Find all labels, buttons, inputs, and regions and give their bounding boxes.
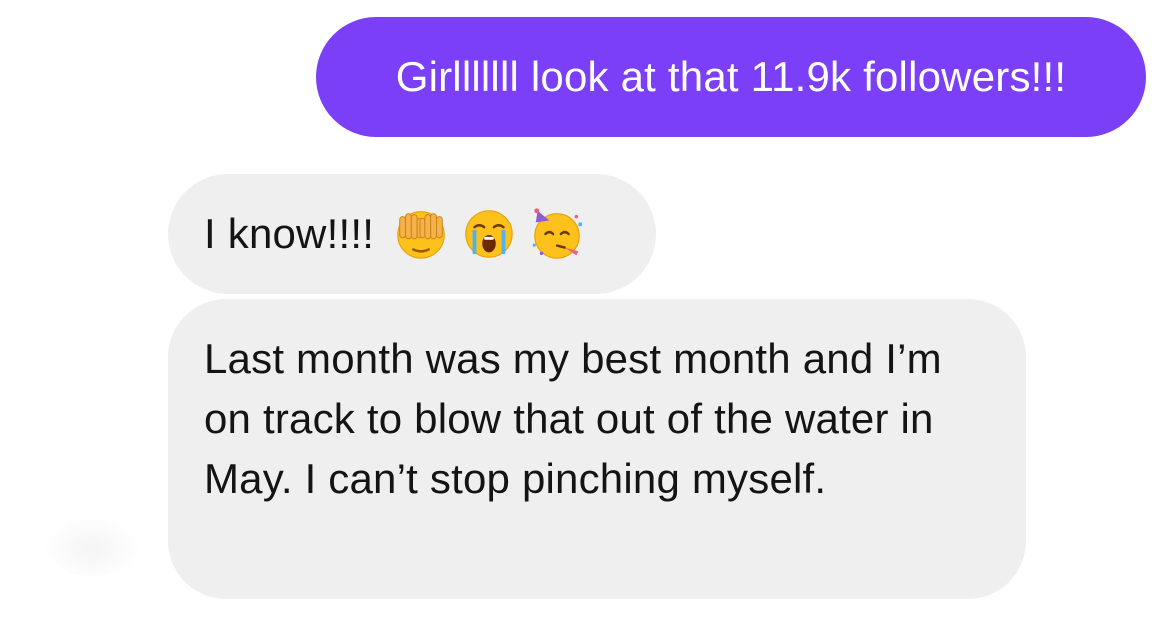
chat-thread: Girlllllll look at that 11.9k followers!… bbox=[0, 0, 1170, 626]
emoji-group bbox=[392, 205, 586, 263]
received-message-bubble[interactable]: Last month was my best month and I’m on … bbox=[168, 299, 1026, 599]
received-message-bubble[interactable]: I know!!!! bbox=[168, 174, 656, 294]
partying-face-emoji bbox=[532, 208, 583, 259]
crying-face-emoji bbox=[465, 210, 513, 258]
sent-message-text: Girlllllll look at that 11.9k followers!… bbox=[395, 53, 1067, 100]
sent-message-bubble[interactable]: Girlllllll look at that 11.9k followers!… bbox=[316, 17, 1146, 137]
hands-over-face-emoji bbox=[397, 211, 445, 259]
received-message-text: I know!!!! bbox=[204, 210, 375, 257]
received-message-text: Last month was my best month and I’m on … bbox=[204, 335, 942, 502]
avatar bbox=[46, 516, 138, 576]
